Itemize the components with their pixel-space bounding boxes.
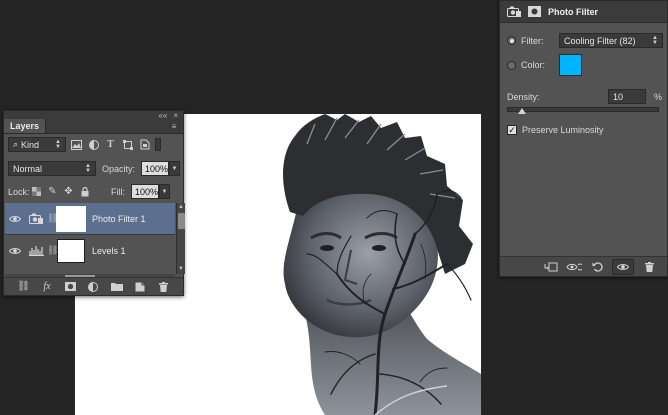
- layers-panel-tabs: Layers ≡: [4, 119, 183, 134]
- clip-to-layer-icon[interactable]: [543, 260, 559, 274]
- layer-filter-row: ⌕ Kind ▲ ▼ T: [4, 137, 183, 152]
- chevron-updown-icon: ▲ ▼: [652, 34, 658, 46]
- layers-panel: «« × Layers ≡ ⌕ Kind ▲ ▼ T Normal ▲ ▼ Op…: [3, 110, 185, 296]
- view-previous-state-icon[interactable]: [566, 260, 582, 274]
- color-row: Color:: [507, 54, 582, 76]
- density-slider-thumb[interactable]: [518, 108, 527, 114]
- shape-filter-icon[interactable]: [121, 138, 134, 151]
- photo-filter-adjustment-icon[interactable]: [507, 6, 522, 18]
- link-layers-icon[interactable]: ⛓: [17, 280, 31, 294]
- adjustment-filter-icon[interactable]: [87, 138, 100, 151]
- reset-icon[interactable]: [589, 260, 605, 274]
- type-filter-icon[interactable]: T: [104, 138, 117, 151]
- layer-levels-1[interactable]: ⛓ Levels 1: [5, 235, 175, 265]
- density-unit: %: [653, 91, 662, 102]
- fill-slider-button[interactable]: ▼: [159, 184, 170, 199]
- lock-all-icon[interactable]: [78, 185, 91, 198]
- opacity-slider-button[interactable]: ▼: [169, 161, 181, 176]
- layers-panel-footer: ⛓ fx: [4, 277, 183, 295]
- fill-label: Fill:: [111, 186, 125, 197]
- visibility-eye-icon[interactable]: [5, 215, 25, 223]
- filter-dropdown[interactable]: Cooling Filter (82) ▲ ▼: [559, 33, 663, 48]
- color-swatch[interactable]: [559, 54, 582, 76]
- density-slider-track[interactable]: [507, 107, 659, 112]
- layer-list-scrollbar[interactable]: ▲ ▼: [176, 203, 185, 274]
- preserve-luminosity-checkbox[interactable]: ✓: [507, 125, 517, 135]
- properties-panel: Photo Filter Filter: Cooling Filter (82)…: [499, 0, 668, 277]
- visibility-eye-icon[interactable]: [5, 247, 25, 255]
- new-group-icon[interactable]: [110, 280, 124, 294]
- fill-field[interactable]: 100%: [131, 184, 159, 199]
- scrollbar-thumb[interactable]: [178, 213, 185, 229]
- panel-menu-icon[interactable]: ≡: [169, 122, 179, 131]
- kind-filter-value: Kind: [21, 139, 40, 150]
- lock-label: Lock:: [8, 186, 30, 197]
- opacity-field[interactable]: 100%: [141, 161, 170, 176]
- layer-mask-thumbnail[interactable]: [57, 238, 85, 263]
- toggle-visibility-icon[interactable]: [612, 258, 634, 275]
- filter-row: Filter: Cooling Filter (82) ▲ ▼: [507, 33, 663, 48]
- search-icon: ⌕: [13, 139, 19, 149]
- opacity-label: Opacity:: [102, 163, 136, 174]
- filter-label: Filter:: [521, 35, 544, 46]
- layer-name[interactable]: Levels 1: [92, 246, 126, 256]
- layer-photo-filter-1[interactable]: ⛓ Photo Filter 1: [5, 203, 175, 235]
- scroll-down-icon[interactable]: ▼: [177, 265, 185, 274]
- scroll-up-icon[interactable]: ▲: [177, 203, 185, 212]
- mask-link-icon[interactable]: ⛓: [47, 213, 58, 224]
- new-adjustment-icon[interactable]: [86, 280, 100, 294]
- blend-opacity-row: Normal ▲ ▼ Opacity: 100% ▼: [4, 161, 183, 176]
- collapse-panel-icon[interactable]: ««: [158, 111, 167, 120]
- fx-icon[interactable]: fx: [40, 280, 54, 294]
- filter-radio[interactable]: [507, 36, 516, 45]
- preserve-luminosity-label[interactable]: Preserve Luminosity: [522, 125, 604, 135]
- lock-transparent-icon[interactable]: [30, 185, 43, 198]
- filter-dropdown-value: Cooling Filter (82): [564, 35, 636, 46]
- color-radio[interactable]: [507, 60, 516, 70]
- levels-adjustment-icon[interactable]: [25, 245, 47, 256]
- chevron-updown-icon: ▲ ▼: [85, 162, 91, 174]
- filter-toggle-switch[interactable]: [155, 138, 161, 151]
- lock-image-icon[interactable]: ✎: [46, 185, 59, 198]
- delete-adjustment-icon[interactable]: [641, 260, 657, 274]
- layer-mask-thumbnail[interactable]: [56, 205, 86, 232]
- smart-object-filter-icon[interactable]: [138, 138, 151, 151]
- chevron-updown-icon: ▲ ▼: [55, 138, 61, 150]
- blend-mode-value: Normal: [13, 163, 43, 174]
- blend-mode-dropdown[interactable]: Normal ▲ ▼: [8, 161, 96, 176]
- kind-filter-dropdown[interactable]: ⌕ Kind ▲ ▼: [8, 137, 66, 152]
- close-panel-icon[interactable]: ×: [173, 111, 178, 120]
- density-field[interactable]: 10: [607, 89, 646, 104]
- layer-list: ⛓ Photo Filter 1 ⛓ Levels 1: [5, 203, 175, 265]
- properties-header: Photo Filter: [500, 1, 667, 23]
- lock-fill-row: Lock: ✎ ✥ Fill: 100% ▼: [4, 184, 183, 199]
- lock-position-icon[interactable]: ✥: [62, 185, 75, 198]
- density-label: Density:: [507, 91, 540, 102]
- delete-layer-icon[interactable]: [156, 280, 170, 294]
- photo-filter-adjustment-icon[interactable]: [25, 213, 47, 225]
- properties-footer: [500, 256, 667, 276]
- properties-title: Photo Filter: [548, 6, 598, 17]
- layer-name[interactable]: Photo Filter 1: [92, 214, 146, 224]
- mask-link-icon[interactable]: ⛓: [47, 245, 58, 256]
- color-label: Color:: [521, 60, 546, 70]
- add-mask-icon[interactable]: [63, 280, 77, 294]
- tab-layers[interactable]: Layers: [4, 119, 47, 133]
- preserve-luminosity-row: ✓ Preserve Luminosity: [507, 125, 604, 135]
- image-filter-icon[interactable]: [70, 138, 83, 151]
- new-layer-icon[interactable]: [133, 280, 147, 294]
- mask-icon[interactable]: [528, 6, 541, 17]
- density-row: Density: 10 %: [507, 89, 662, 104]
